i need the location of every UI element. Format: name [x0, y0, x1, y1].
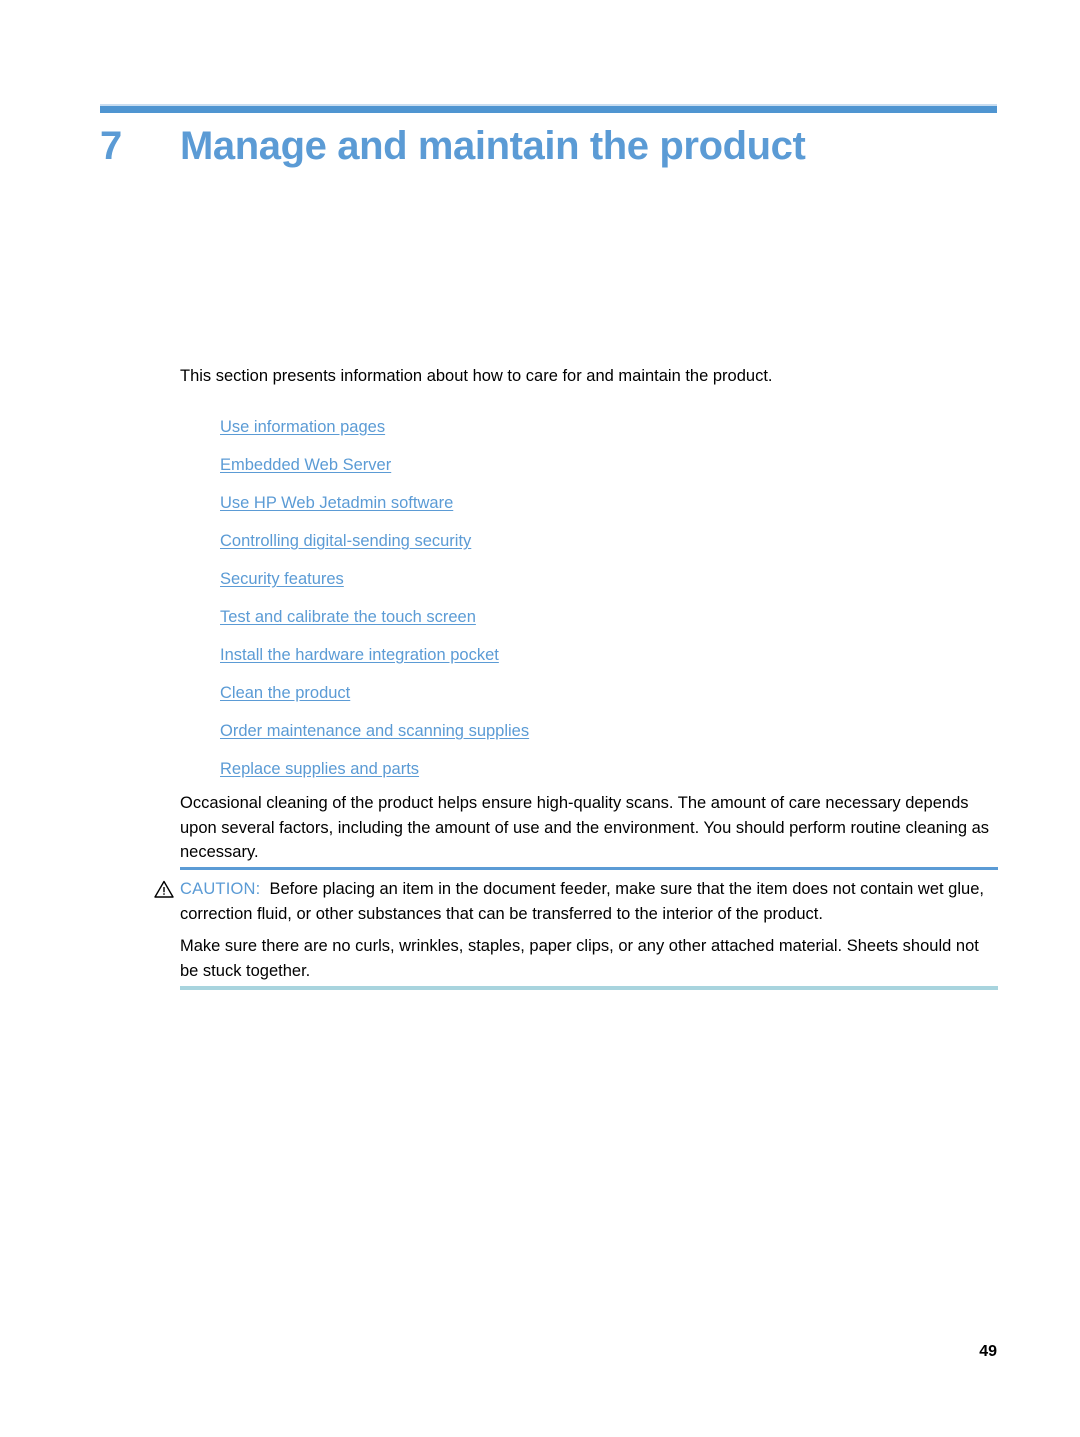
toc-link-use-information-pages[interactable]: Use information pages [220, 418, 385, 436]
toc-link-hp-web-jetadmin-software[interactable]: Use HP Web Jetadmin software [220, 494, 453, 512]
list-item: Use information pages [220, 408, 980, 446]
toc-link-embedded-web-server[interactable]: Embedded Web Server [220, 456, 391, 474]
caution-text: Before placing an item in the document f… [180, 880, 984, 923]
toc-link-security-features[interactable]: Security features [220, 570, 344, 588]
page-title: Manage and maintain the product [180, 124, 806, 168]
toc-link-install-hardware-integration-pocket[interactable]: Install the hardware integration pocket [220, 646, 499, 664]
caution-body: CAUTION: Before placing an item in the do… [154, 870, 998, 930]
chapter-heading: 7 Manage and maintain the product [100, 122, 1000, 170]
warning-triangle-icon [154, 880, 174, 898]
caution-label: CAUTION: [180, 880, 261, 898]
caution-bottom-rule [180, 986, 998, 990]
cleaning-paragraph: Occasional cleaning of the product helps… [180, 794, 990, 861]
page-number: 49 [979, 1343, 997, 1360]
toc-link-controlling-digital-sending-security[interactable]: Controlling digital-sending security [220, 532, 471, 550]
sheets-paragraph: Make sure there are no curls, wrinkles, … [180, 937, 979, 980]
list-item: Order maintenance and scanning supplies [220, 712, 980, 750]
list-item: Install the hardware integration pocket [220, 636, 980, 674]
list-item: Test and calibrate the touch screen [220, 598, 980, 636]
list-item: Embedded Web Server [220, 446, 980, 484]
toc-link-clean-the-product[interactable]: Clean the product [220, 684, 350, 702]
chapter-top-rule [100, 104, 997, 113]
page-content: This section presents information about … [154, 364, 998, 990]
list-item: Controlling digital-sending security [220, 522, 980, 560]
toc-link-order-maintenance-and-scanning-supplies[interactable]: Order maintenance and scanning supplies [220, 722, 529, 740]
list-item: Use HP Web Jetadmin software [220, 484, 980, 522]
document-page: 7 Manage and maintain the product This s… [0, 0, 1080, 1437]
intro-paragraph: This section presents information about … [180, 367, 773, 385]
toc-link-test-and-calibrate-touch-screen[interactable]: Test and calibrate the touch screen [220, 608, 476, 626]
toc-link-replace-supplies-and-parts[interactable]: Replace supplies and parts [220, 760, 419, 778]
list-item: Clean the product [220, 674, 980, 712]
caution-note: CAUTION: Before placing an item in the do… [154, 867, 998, 930]
chapter-link-list: Use information pages Embedded Web Serve… [220, 408, 980, 788]
list-item: Security features [220, 560, 980, 598]
list-item: Replace supplies and parts [220, 750, 980, 788]
chapter-number: 7 [100, 124, 122, 168]
